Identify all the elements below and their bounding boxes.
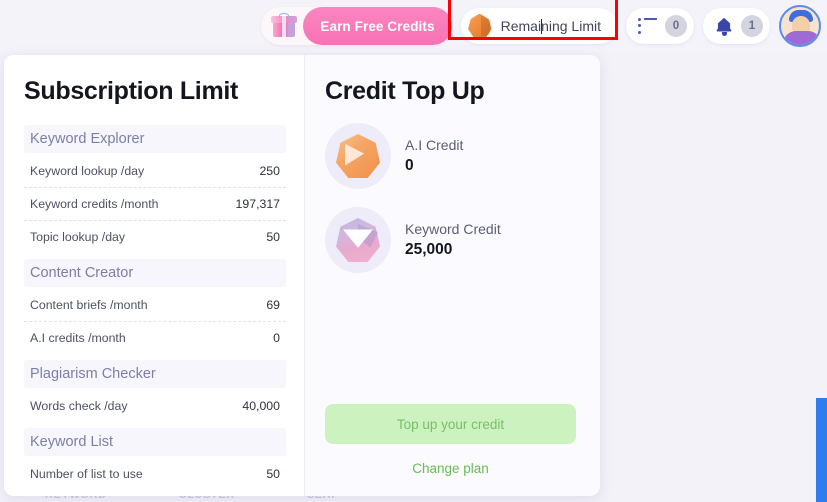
table-row: Keyword lookup /day 250 <box>24 155 286 188</box>
ai-credit-text: A.I Credit 0 <box>405 137 463 175</box>
change-plan-link[interactable]: Change plan <box>325 461 576 476</box>
section-header-content-creator: Content Creator <box>24 259 286 287</box>
credit-item-keyword: Keyword Credit 25,000 <box>325 207 576 273</box>
table-row: Words check /day 40,000 <box>24 390 286 422</box>
section-header-keyword-explorer: Keyword Explorer <box>24 125 286 153</box>
page-title: Subscription Limit <box>24 77 239 105</box>
table-row: Content briefs /month 69 <box>24 289 286 322</box>
row-label: Words check /day <box>30 399 128 413</box>
notifications-pill[interactable]: 1 <box>703 8 770 44</box>
keyword-credit-badge <box>325 207 391 273</box>
avatar[interactable] <box>779 5 821 47</box>
row-value: 69 <box>266 298 280 312</box>
remaining-limit-label-part2: ning Limit <box>541 18 601 34</box>
task-list-pill[interactable]: 0 <box>626 8 694 44</box>
row-value: 197,317 <box>235 197 280 211</box>
limit-dropdown-panel: Subscription Limit Keyword Explorer Keyw… <box>4 55 600 496</box>
remaining-limit-wrapper: Remaining Limit <box>447 0 618 44</box>
subscription-limit-pane: Subscription Limit Keyword Explorer Keyw… <box>4 55 304 496</box>
remaining-limit-label: Remaining Limit <box>501 18 601 34</box>
list-icon <box>638 18 657 34</box>
ai-credit-label: A.I Credit <box>405 137 464 153</box>
row-value: 40,000 <box>242 399 280 413</box>
ai-credit-gem-icon <box>336 134 380 178</box>
table-row: Topic lookup /day 50 <box>24 221 286 253</box>
ai-credit-badge <box>325 123 391 189</box>
row-label: Topic lookup /day <box>30 230 126 244</box>
row-label: A.I credits /month <box>30 331 126 345</box>
row-value: 50 <box>266 230 280 244</box>
bell-icon <box>715 17 733 36</box>
task-list-count-badge: 0 <box>665 15 687 37</box>
remaining-limit-button[interactable]: Remaining Limit <box>460 8 617 44</box>
row-label: Number of list to use <box>30 467 143 481</box>
remaining-limit-label-part1: Remai <box>500 18 542 34</box>
row-value: 50 <box>266 467 280 481</box>
notification-count-badge: 1 <box>741 15 763 37</box>
gift-box-icon <box>271 13 298 39</box>
table-row: Number of list to use 50 <box>24 458 286 490</box>
credit-topup-pane: Credit Top Up A.I Credit 0 Keyword Credi… <box>304 55 600 496</box>
vertical-scrollbar[interactable] <box>816 398 827 502</box>
keyword-credit-gem-icon <box>336 218 380 262</box>
table-row: A.I credits /month 0 <box>24 322 286 354</box>
ai-credit-value: 0 <box>405 157 414 174</box>
row-label: Content briefs /month <box>30 298 148 312</box>
earn-free-credits-group[interactable]: Earn Free Credits <box>261 7 452 45</box>
row-label: Keyword credits /month <box>30 197 159 211</box>
row-value: 250 <box>259 164 280 178</box>
table-row: Keyword credits /month 197,317 <box>24 188 286 221</box>
top-bar: Earn Free Credits Remaining Limit 0 1 <box>0 0 827 52</box>
credit-item-ai: A.I Credit 0 <box>325 123 576 189</box>
section-header-plagiarism-checker: Plagiarism Checker <box>24 360 286 388</box>
keyword-credit-text: Keyword Credit 25,000 <box>405 221 501 259</box>
top-up-credit-button[interactable]: Top up your credit <box>325 404 576 444</box>
keyword-credit-label: Keyword Credit <box>405 221 501 237</box>
row-value: 0 <box>273 331 280 345</box>
section-header-keyword-list: Keyword List <box>24 428 286 456</box>
earn-free-credits-button[interactable]: Earn Free Credits <box>303 7 452 45</box>
row-label: Keyword lookup /day <box>30 164 145 178</box>
topup-title: Credit Top Up <box>325 77 485 105</box>
keyword-credit-value: 25,000 <box>405 241 453 258</box>
orange-gem-icon <box>468 13 492 39</box>
